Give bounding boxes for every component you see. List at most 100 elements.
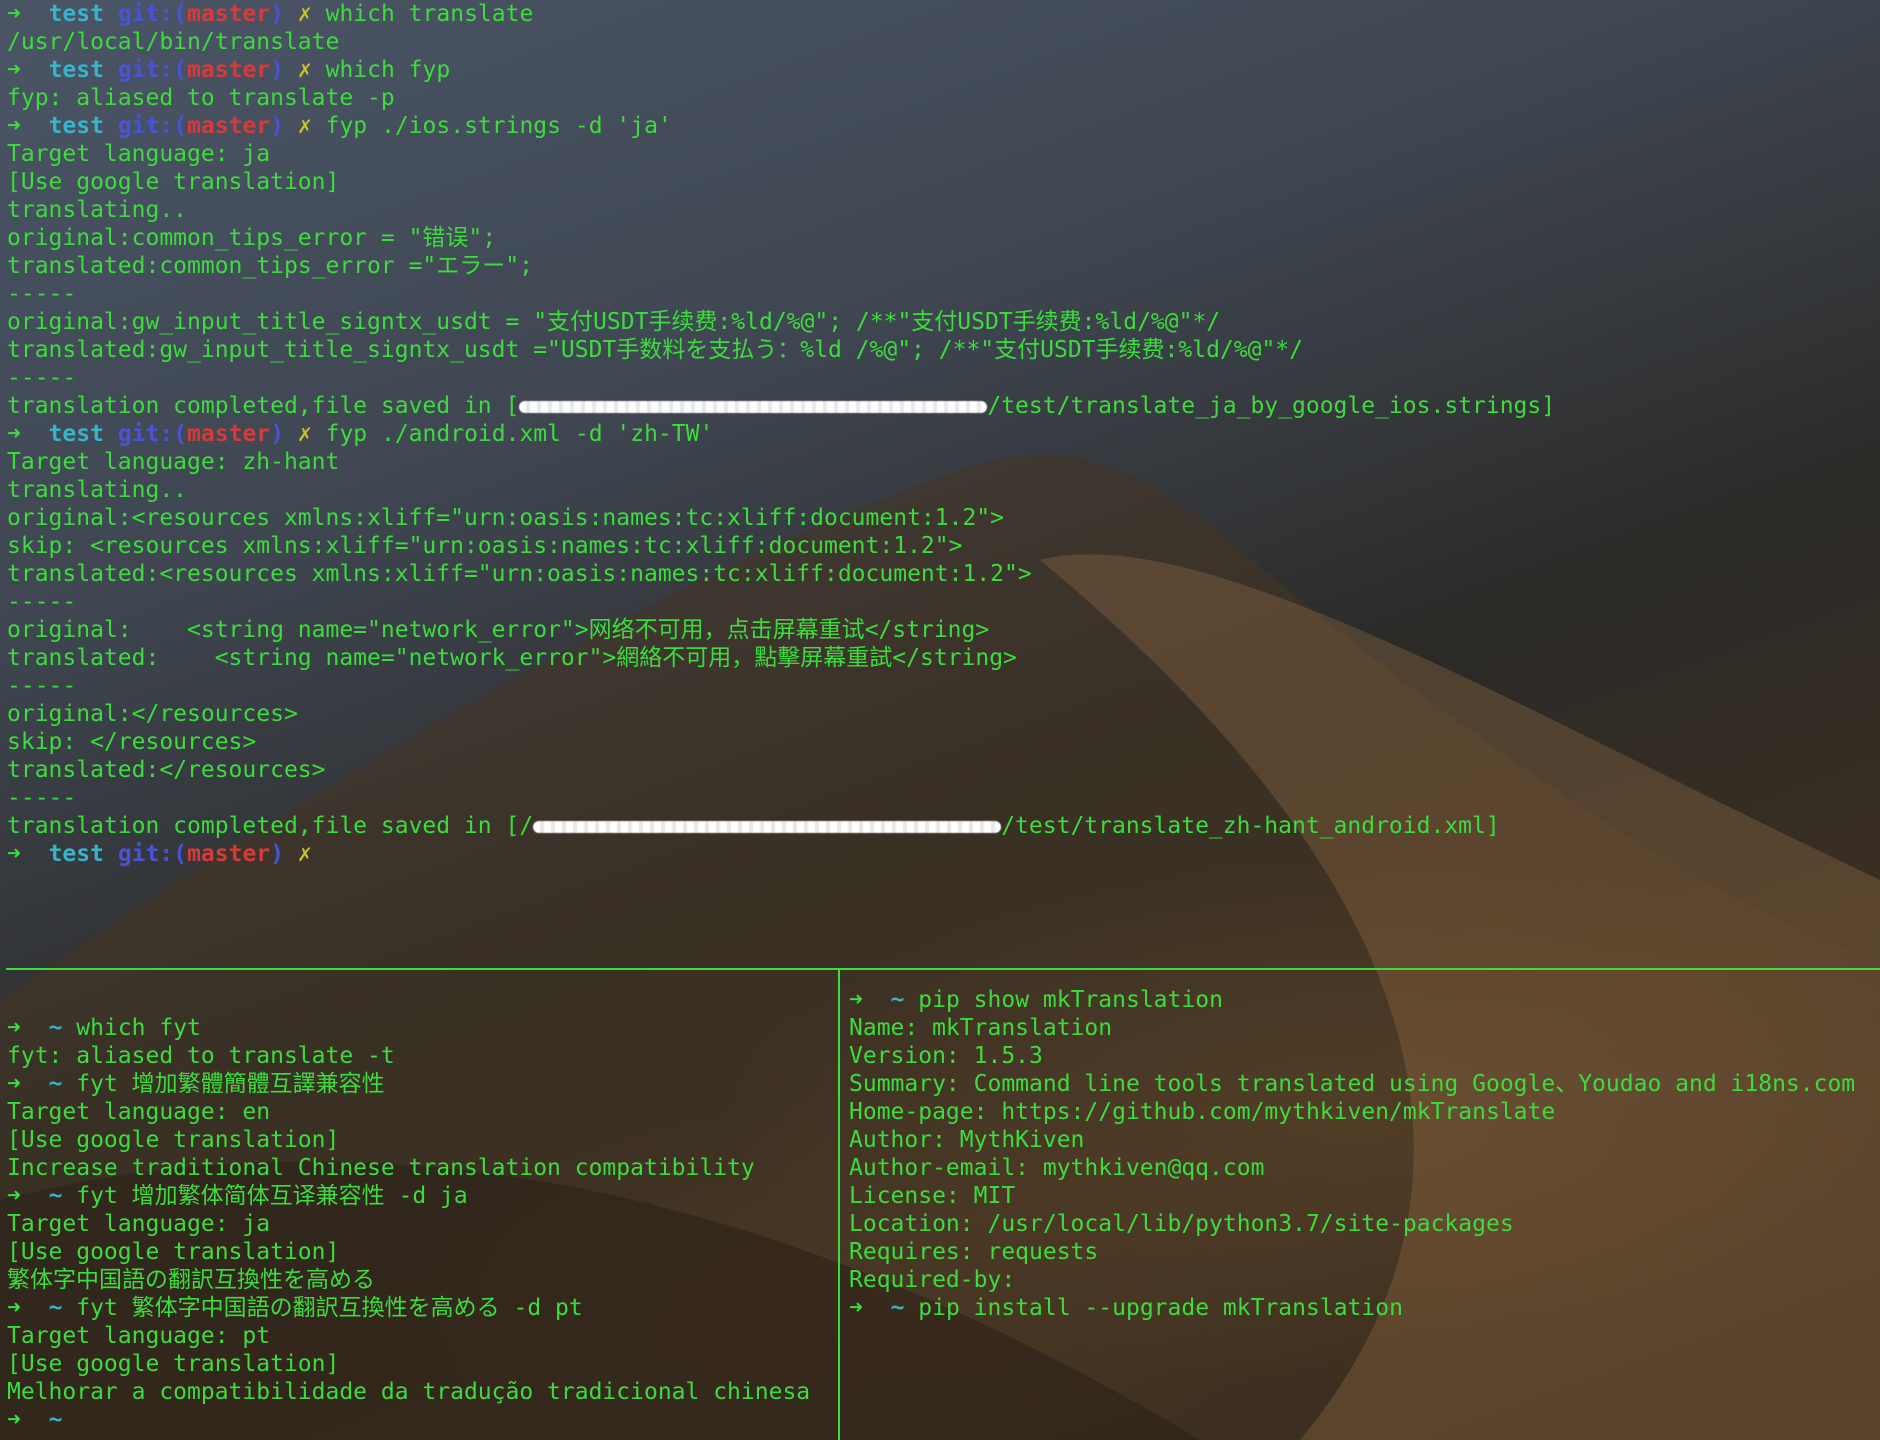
prompt-arrow-icon: ➜: [849, 987, 863, 1013]
saved-path-suffix: /test/translate_zh-hant_android.xml]: [1001, 813, 1500, 839]
output-text: -----: [7, 673, 77, 699]
pane-divider-vertical[interactable]: [838, 970, 840, 1440]
command-text: which fyp: [325, 57, 451, 83]
pane-divider-horizontal[interactable]: [6, 968, 1880, 970]
output-text: -----: [7, 785, 77, 811]
prompt-arrow-icon: ➜: [7, 57, 21, 83]
output-text: translated:common_tips_error ="エラー";: [7, 253, 533, 279]
output-line: translating..: [7, 196, 1880, 224]
prompt-git-branch: master: [187, 421, 271, 447]
output-line: translated:gw_input_title_signtx_usdt ="…: [7, 336, 1880, 364]
saved-path-suffix: /test/translate_ja_by_google_ios.strings…: [987, 393, 1556, 419]
prompt-arrow-icon: ➜: [849, 1295, 863, 1321]
output-line: Target language: en: [7, 1098, 836, 1126]
output-line: Increase traditional Chinese translation…: [7, 1154, 836, 1182]
output-text: Requires: requests: [849, 1239, 1099, 1265]
output-line: Target language: ja: [7, 1210, 836, 1238]
output-line: [Use google translation]: [7, 1350, 836, 1378]
output-text: Name: mkTranslation: [849, 1015, 1113, 1041]
prompt-line: ➜ ~ fyt 增加繁體簡體互譯兼容性: [7, 1070, 836, 1098]
output-line: original:common_tips_error = "错误";: [7, 224, 1880, 252]
output-text: skip: <resources xmlns:xliff="urn:oasis:…: [7, 533, 963, 559]
output-line: Home-page: https://github.com/mythkiven/…: [849, 1098, 1880, 1126]
prompt-directory: test: [48, 421, 104, 447]
prompt-arrow-icon: ➜: [7, 841, 21, 867]
output-text: Summary: Command line tools translated u…: [849, 1071, 1856, 1097]
prompt-line: ➜ ~ fyt 增加繁体简体互译兼容性 -d ja: [7, 1182, 836, 1210]
prompt-line: ➜ test git:(master) ✗ fyp ./ios.strings …: [7, 112, 1880, 140]
output-line: -----: [7, 672, 1880, 700]
output-line: Author-email: mythkiven@qq.com: [849, 1154, 1880, 1182]
prompt-git-label: git:(: [117, 57, 188, 83]
output-line: [Use google translation]: [7, 1126, 836, 1154]
output-text: translating..: [7, 477, 188, 503]
output-text: original:gw_input_title_signtx_usdt = "支…: [7, 309, 1221, 335]
output-text: fyt: aliased to translate -t: [7, 1043, 395, 1069]
output-text: Version: 1.5.3: [849, 1043, 1043, 1069]
command-text: which translate: [325, 1, 534, 27]
command-text: which fyt: [76, 1015, 201, 1041]
output-line: skip: </resources>: [7, 728, 1880, 756]
saved-path-prefix: translation completed,file saved in [/: [7, 813, 534, 839]
prompt-git-label: git:(: [117, 113, 188, 139]
prompt-line: ➜ ~: [7, 1406, 836, 1434]
output-line: translated:</resources>: [7, 756, 1880, 784]
command-text: fyt 增加繁體簡體互譯兼容性: [76, 1071, 385, 1097]
command-text: pip install --upgrade mkTranslation: [918, 1295, 1403, 1321]
prompt-home-directory: ~: [48, 1015, 63, 1041]
terminal-pane-bottom-left[interactable]: ➜ ~ which fyt fyt: aliased to translate -…: [0, 972, 836, 1440]
terminal-pane-bottom-right[interactable]: ➜ ~ pip show mkTranslation Name: mkTransl…: [842, 972, 1880, 1440]
output-line: -----: [7, 364, 1880, 392]
prompt-directory: test: [48, 841, 104, 867]
output-text: original: <string name="network_error">网…: [7, 617, 990, 643]
prompt-arrow-icon: ➜: [7, 1, 21, 27]
output-text: Home-page: https://github.com/mythkiven/…: [849, 1099, 1556, 1125]
output-line: translating..: [7, 476, 1880, 504]
output-line: Target language: ja: [7, 140, 1880, 168]
output-line: Name: mkTranslation: [849, 1014, 1880, 1042]
output-text: translated:<resources xmlns:xliff="urn:o…: [7, 561, 1032, 587]
output-text: translating..: [7, 197, 188, 223]
dirty-mark-icon: ✗: [297, 113, 312, 139]
output-line: original:gw_input_title_signtx_usdt = "支…: [7, 308, 1880, 336]
output-line: Melhorar a compatibilidade da tradução t…: [7, 1378, 836, 1406]
prompt-home-directory: ~: [48, 1071, 63, 1097]
output-text: /usr/local/bin/translate: [7, 29, 340, 55]
output-text: [Use google translation]: [7, 1351, 340, 1377]
prompt-arrow-icon: ➜: [7, 1015, 21, 1041]
prompt-directory: test: [48, 57, 104, 83]
prompt-git-branch: master: [187, 57, 271, 83]
output-text: Author-email: mythkiven@qq.com: [849, 1155, 1265, 1181]
prompt-git-branch: master: [187, 1, 271, 27]
output-text: original:common_tips_error = "错误";: [7, 225, 497, 251]
prompt-arrow-icon: ➜: [7, 1071, 21, 1097]
output-line: original: <string name="network_error">网…: [7, 616, 1880, 644]
output-line: [Use google translation]: [7, 168, 1880, 196]
prompt-line: ➜ test git:(master) ✗ fyp ./android.xml …: [7, 420, 1880, 448]
command-text: fyt 繁体字中国語の翻訳互換性を高める -d pt: [76, 1295, 583, 1321]
output-line: fyp: aliased to translate -p: [7, 84, 1880, 112]
output-text: [Use google translation]: [7, 169, 340, 195]
output-line: Target language: pt: [7, 1322, 836, 1350]
output-text: original:<resources xmlns:xliff="urn:oas…: [7, 505, 1004, 531]
terminal-pane-top[interactable]: ➜ test git:(master) ✗ which translate/us…: [0, 0, 1880, 968]
output-line: translated:common_tips_error ="エラー";: [7, 252, 1880, 280]
prompt-home-directory: ~: [890, 1295, 905, 1321]
output-line: translation completed,file saved in [/ /t…: [7, 812, 1880, 840]
output-text: [Use google translation]: [7, 1239, 340, 1265]
saved-path-prefix: translation completed,file saved in [: [7, 393, 520, 419]
prompt-home-directory: ~: [890, 987, 905, 1013]
output-text: Target language: zh-hant: [7, 449, 340, 475]
prompt-git-label: git:(: [117, 841, 188, 867]
command-text: fyp ./android.xml -d 'zh-TW': [325, 421, 714, 447]
output-line: -----: [7, 784, 1880, 812]
prompt-git-close: ): [270, 841, 285, 867]
dirty-mark-icon: ✗: [297, 421, 312, 447]
prompt-line: ➜ test git:(master) ✗ which fyp: [7, 56, 1880, 84]
prompt-line: ➜ ~ which fyt: [7, 1014, 836, 1042]
output-text: translated:gw_input_title_signtx_usdt ="…: [7, 337, 1303, 363]
output-line: Target language: zh-hant: [7, 448, 1880, 476]
output-text: Target language: pt: [7, 1323, 271, 1349]
output-line: Requires: requests: [849, 1238, 1880, 1266]
prompt-git-branch: master: [187, 841, 271, 867]
